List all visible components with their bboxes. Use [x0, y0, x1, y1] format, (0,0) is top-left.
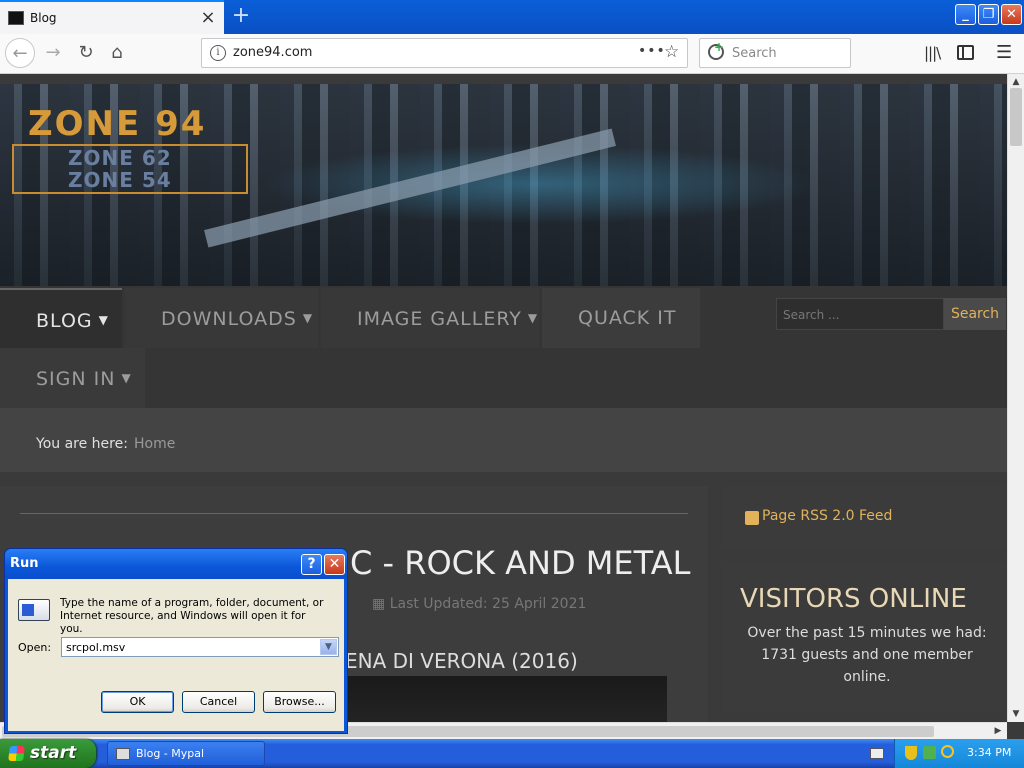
scroll-right-icon[interactable]: ▶: [990, 723, 1006, 739]
logo-line2: ZONE 62: [68, 146, 172, 170]
site-banner: ZONE 94 ZONE 62 ZONE 54: [0, 84, 1007, 286]
forward-icon[interactable]: →: [38, 38, 68, 68]
browser-search-input[interactable]: + Search: [699, 38, 851, 68]
scroll-down-icon[interactable]: ▼: [1008, 706, 1024, 722]
sidebar-icon[interactable]: [957, 45, 974, 60]
menu-gallery-label: IMAGE GALLERY: [357, 308, 522, 330]
taskbar-item-label: Blog - Mypal: [136, 747, 205, 760]
site-search-button[interactable]: Search: [944, 298, 1006, 330]
run-title: Run: [10, 556, 39, 571]
start-button[interactable]: start: [0, 739, 96, 768]
visitors-heading: VISITORS ONLINE: [740, 584, 967, 614]
close-button[interactable]: ✕: [1001, 4, 1022, 25]
site-logo[interactable]: ZONE 94 ZONE 62 ZONE 54: [12, 104, 248, 194]
star-icon[interactable]: ☆: [664, 42, 679, 62]
site-search-input[interactable]: Search ...: [776, 298, 944, 330]
menu-item-blog[interactable]: BLOG ▼: [0, 288, 122, 348]
caret-down-icon: ▼: [121, 371, 132, 385]
menu-quack-label: QUACK IT: [578, 307, 677, 329]
library-icon[interactable]: |||\: [924, 44, 941, 62]
menu-item-quack-it[interactable]: QUACK IT: [542, 288, 700, 348]
new-tab-button[interactable]: +: [230, 4, 252, 28]
visitors-online-box: VISITORS ONLINE Over the past 15 minutes…: [722, 562, 1007, 712]
run-program-icon: [18, 599, 50, 621]
open-value[interactable]: srcpol.msv: [66, 641, 125, 654]
ok-button[interactable]: OK: [101, 691, 174, 713]
search-tray-icon[interactable]: [941, 745, 954, 758]
menu-item-downloads[interactable]: DOWNLOADS ▼: [125, 288, 318, 348]
caret-down-icon: ▼: [527, 311, 539, 325]
menu-blog-label: BLOG: [36, 310, 93, 332]
rss-box: Page RSS 2.0 Feed: [722, 486, 1007, 548]
home-icon[interactable]: ⌂: [102, 38, 132, 68]
breadcrumb: You are here: Home: [0, 408, 1007, 472]
url-text[interactable]: zone94.com: [233, 45, 312, 60]
clock[interactable]: 3:34 PM: [967, 746, 1011, 759]
breadcrumb-home-link[interactable]: Home: [134, 436, 175, 452]
start-label: start: [30, 743, 77, 763]
calendar-icon: ▦: [372, 596, 390, 612]
url-bar[interactable]: i zone94.com ••• ☆: [201, 38, 688, 68]
add-search-icon: +: [714, 40, 725, 54]
console-icon: [8, 11, 24, 25]
caret-down-icon: ▼: [302, 311, 314, 325]
menu-signin-label: SIGN IN: [36, 368, 116, 390]
cancel-button[interactable]: Cancel: [182, 691, 255, 713]
menu-downloads-label: DOWNLOADS: [161, 308, 297, 330]
keyboard-icon[interactable]: [870, 748, 884, 759]
run-dialog: Run ? ✕ Type the name of a program, fold…: [4, 548, 348, 734]
browser-tab[interactable]: Blog ×: [0, 0, 224, 34]
page-actions-icon[interactable]: •••: [638, 43, 666, 59]
minimize-button[interactable]: _: [955, 4, 976, 25]
vertical-scrollbar[interactable]: ▲ ▼: [1007, 74, 1024, 722]
taskbar-item-browser[interactable]: Blog - Mypal: [107, 741, 265, 766]
info-icon[interactable]: i: [210, 45, 226, 61]
browser-navbar: ← → ↻ ⌂ i zone94.com ••• ☆ + Search |||\…: [0, 34, 1024, 74]
article-date-text: Last Updated: 25 April 2021: [389, 596, 587, 612]
tab-close-icon[interactable]: ×: [199, 8, 217, 28]
run-description: Type the name of a program, folder, docu…: [60, 597, 324, 635]
window-icon: [116, 748, 130, 760]
scroll-thumb[interactable]: [1010, 88, 1022, 146]
logo-line1: ZONE 94: [28, 104, 207, 144]
article-date: ▦ Last Updated: 25 April 2021: [372, 596, 586, 612]
taskbar: start Blog - Mypal 3:34 PM: [0, 739, 1024, 768]
rss-link[interactable]: Page RSS 2.0 Feed: [762, 508, 892, 524]
system-tray: 3:34 PM: [870, 739, 1024, 768]
windows-flag-icon: [8, 746, 25, 761]
menu-item-sign-in[interactable]: SIGN IN ▼: [0, 348, 145, 408]
back-icon[interactable]: ←: [5, 38, 35, 68]
open-combobox[interactable]: srcpol.msv ▼: [61, 637, 339, 657]
article-subtitle: ENA DI VERONA (2016): [345, 649, 578, 673]
logo-line3: ZONE 54: [68, 168, 172, 192]
open-label: Open:: [18, 641, 52, 654]
visitors-text: Over the past 15 minutes we had: 1731 gu…: [747, 625, 987, 685]
menu-item-image-gallery[interactable]: IMAGE GALLERY ▼: [321, 288, 539, 348]
breadcrumb-label: You are here:: [36, 436, 128, 452]
security-shield-icon[interactable]: [905, 746, 917, 760]
reload-icon[interactable]: ↻: [71, 38, 101, 68]
tab-title: Blog: [30, 11, 57, 25]
help-button[interactable]: ?: [301, 554, 322, 575]
menu-icon[interactable]: ☰: [996, 42, 1012, 63]
run-close-button[interactable]: ✕: [324, 554, 345, 575]
article-title[interactable]: C - ROCK AND METAL: [350, 544, 690, 582]
divider: [20, 513, 688, 514]
caret-down-icon: ▼: [98, 313, 109, 327]
article-image: [345, 676, 667, 722]
run-body: Type the name of a program, folder, docu…: [8, 579, 344, 731]
run-titlebar[interactable]: [5, 549, 347, 579]
network-icon[interactable]: [923, 746, 936, 759]
search-placeholder: Search: [732, 46, 777, 61]
browser-titlebar: Blog × + _ ❐ ✕: [0, 0, 1024, 34]
dropdown-arrow-icon[interactable]: ▼: [320, 639, 337, 655]
site-search-placeholder: Search ...: [783, 308, 840, 322]
browse-button[interactable]: Browse...: [263, 691, 336, 713]
site-menu: BLOG ▼ DOWNLOADS ▼ IMAGE GALLERY ▼ QUACK IT…: [0, 286, 1007, 408]
rss-icon: [745, 511, 759, 525]
maximize-button[interactable]: ❐: [978, 4, 999, 25]
